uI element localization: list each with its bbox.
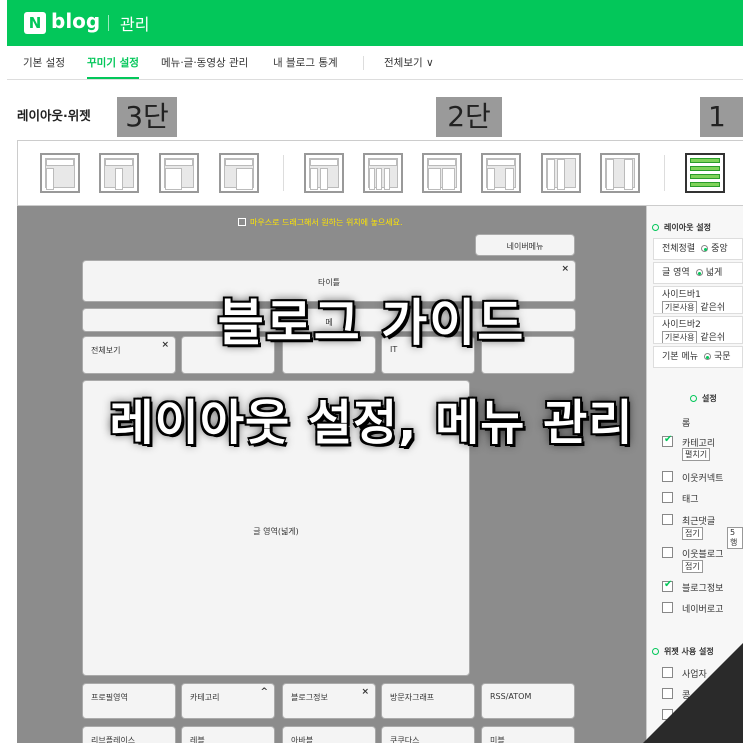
neighbor-blog-select[interactable]: 접기	[682, 560, 703, 573]
overlay-title: 블로그 가이드	[217, 293, 526, 353]
layout-option-2col-a[interactable]	[304, 153, 344, 193]
layout-divider	[283, 155, 284, 191]
widget-category[interactable]: 카테고리 ^	[181, 683, 275, 719]
tab-basic-settings[interactable]: 기본 설정	[23, 55, 65, 70]
layout-option-2col-d[interactable]	[481, 153, 521, 193]
layout-option-3col-b[interactable]	[99, 153, 139, 193]
recent-comments-label: 최근댓글	[682, 517, 716, 527]
tab-divider	[363, 56, 364, 70]
two-column-label: 2단	[436, 97, 502, 137]
naver-logo-icon[interactable]: N	[24, 12, 46, 34]
tag-label: 태그	[682, 495, 699, 505]
overlay-subtitle: 레이아웃 설정, 메뉴 관리	[109, 394, 634, 452]
widget-bottom-3[interactable]: 아바블	[282, 726, 376, 743]
neighbor-connect-checkbox[interactable]	[662, 471, 673, 482]
widget-blog-info[interactable]: 블로그정보 ×	[282, 683, 376, 719]
widget-bottom-2[interactable]: 레블	[181, 726, 275, 743]
tab-design-settings[interactable]: 꾸미기 설정	[87, 55, 139, 79]
naver-logo-label: 네이버로고	[682, 605, 724, 615]
recent-comments-count-select[interactable]: 5행	[727, 527, 743, 549]
widget-rss[interactable]: RSS/ATOM	[481, 683, 575, 719]
one-column-label: 1단	[700, 97, 743, 173]
close-icon: ×	[561, 264, 569, 274]
top-bar: N blog 관리	[7, 0, 743, 46]
radio-button[interactable]	[701, 245, 709, 252]
tab-blog-stats[interactable]: 내 블로그 통계	[273, 55, 338, 70]
layout-option-2col-e[interactable]	[541, 153, 581, 193]
neighbor-connect-label: 이웃커넥트	[682, 474, 724, 484]
layout-option-2col-f[interactable]	[600, 153, 640, 193]
layout-option-3col-a[interactable]	[40, 153, 80, 193]
layout-option-1col-selected[interactable]	[685, 153, 725, 193]
chevron-up-icon: ^	[260, 687, 268, 697]
widget-visitor-graph[interactable]: 방문자그래프	[381, 683, 475, 719]
widget-bottom-5[interactable]: 미블	[481, 726, 575, 743]
align-setting-row: 전체정렬 중앙	[653, 238, 743, 260]
neighbor-blog-checkbox[interactable]	[662, 547, 673, 558]
header-divider	[108, 15, 109, 31]
screenshot-frame: N blog 관리 기본 설정 꾸미기 설정 메뉴·글·동영상 관리 내 블로그…	[0, 0, 743, 743]
admin-tabs: 기본 설정 꾸미기 설정 메뉴·글·동영상 관리 내 블로그 통계 전체보기 ∨	[7, 46, 743, 80]
layout-option-3col-c[interactable]	[159, 153, 199, 193]
blog-logo-text[interactable]: blog	[51, 9, 100, 33]
layout-option-2col-c[interactable]	[422, 153, 462, 193]
tab-menu-management[interactable]: 메뉴·글·동영상 관리	[161, 55, 248, 70]
layout-option-3col-d[interactable]	[219, 153, 259, 193]
corner-decoration	[643, 643, 743, 743]
neighbor-blog-label: 이웃블로그	[682, 550, 724, 560]
layout-settings-heading: 레이아웃 설정	[652, 222, 711, 233]
close-icon: ×	[361, 687, 369, 697]
drag-hint: 마우스로 드래그해서 원하는 위치에 놓으세요.	[250, 218, 403, 227]
tab-view-all[interactable]: 전체보기 ∨	[384, 55, 434, 70]
widget-naver-menu[interactable]: 네이버메뉴	[475, 234, 575, 256]
mouse-pointer-icon	[238, 218, 246, 226]
blog-info-checkbox[interactable]	[662, 579, 673, 592]
widget-bottom-1[interactable]: 리브플레이스	[82, 726, 176, 743]
widget-bottom-4[interactable]: 쿠쿠다스	[381, 726, 475, 743]
widget-profile[interactable]: 프로필영역	[82, 683, 176, 719]
blog-info-label: 블로그정보	[682, 584, 724, 594]
naver-logo-checkbox[interactable]	[662, 602, 673, 613]
radio-button[interactable]	[695, 269, 703, 276]
layout-option-2col-b[interactable]	[363, 153, 403, 193]
recent-comments-checkbox[interactable]	[662, 514, 673, 525]
content-width-row: 글 영역 넓게	[653, 262, 743, 284]
page-title: 레이아웃·위젯	[17, 108, 91, 123]
admin-title: 관리	[120, 15, 150, 34]
tag-checkbox[interactable]	[662, 492, 673, 503]
recent-comments-select[interactable]: 접기	[682, 527, 703, 540]
layout-choice-strip	[17, 140, 743, 206]
layout-divider	[664, 155, 665, 191]
three-column-label: 3단	[117, 97, 177, 137]
